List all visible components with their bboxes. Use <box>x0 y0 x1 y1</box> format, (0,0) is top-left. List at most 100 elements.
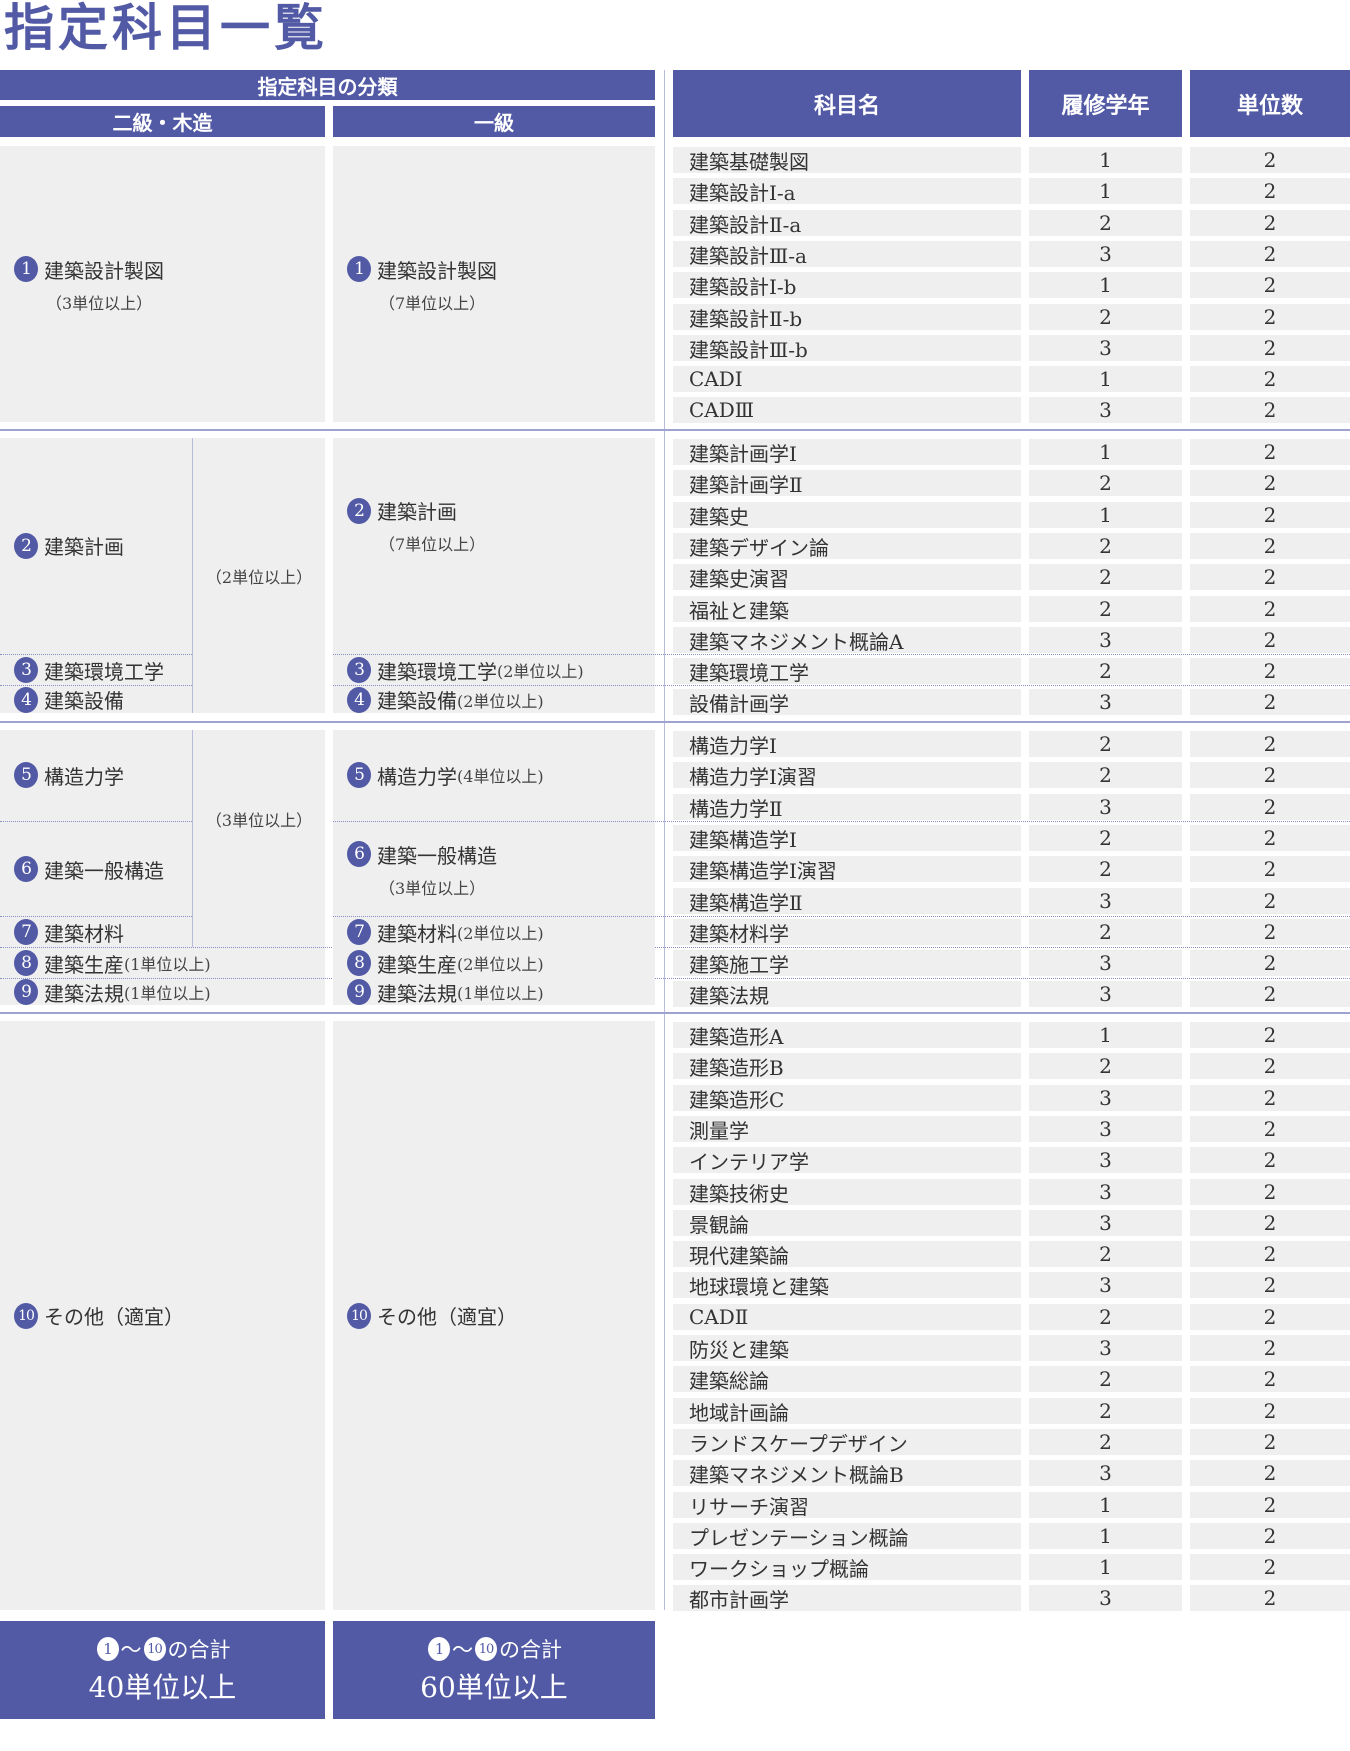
grade2-header: 二級・木造 <box>0 106 325 137</box>
subject-credits: 2 <box>1190 1585 1350 1611</box>
category-name: 建築設計製図 <box>44 258 164 283</box>
total-label: の合計 <box>167 1638 231 1662</box>
subject-name: 構造力学Ⅱ <box>673 794 1021 821</box>
category-name: 建築計画 <box>377 500 457 524</box>
subject-credits: 2 <box>1190 627 1350 653</box>
subject-name: 景観論 <box>673 1210 1021 1237</box>
section-separator <box>0 1012 1350 1014</box>
page-title: 指定科目一覧 <box>4 0 328 57</box>
subject-name: 建築設計Ⅰ-a <box>673 178 1021 205</box>
subject-year: 1 <box>1029 1554 1182 1580</box>
subject-name: 建築設計Ⅰ-b <box>673 272 1021 299</box>
subject-credits: 2 <box>1190 1272 1350 1298</box>
subject-year: 3 <box>1029 950 1182 976</box>
subject-credits: 2 <box>1190 1147 1350 1173</box>
number-5-icon: 5 <box>14 762 38 788</box>
subject-credits: 2 <box>1190 919 1350 945</box>
subject-name: リサーチ演習 <box>673 1492 1021 1519</box>
category-4-grade2: 4 建築設備 <box>0 686 192 713</box>
category-name: 建築法規 <box>44 981 124 1006</box>
category-name: 建築生産 <box>377 952 457 977</box>
subject-year: 1 <box>1029 366 1182 392</box>
subject-credits: 2 <box>1190 950 1350 976</box>
category-name: 構造力学 <box>377 764 457 789</box>
category-8-grade2: 8 建築生産 (1単位以上) <box>0 948 325 978</box>
category-2-grade1: 2 建築計画 （7単位以上） <box>333 438 655 653</box>
subject-year: 3 <box>1029 397 1182 423</box>
category-9-grade2: 9 建築法規 (1単位以上) <box>0 979 325 1006</box>
total-grade1: 1 〜 10 の合計 60単位以上 <box>333 1621 655 1719</box>
category-7-grade2: 7 建築材料 <box>0 917 192 947</box>
category-5-grade2: 5 構造力学 <box>0 730 192 820</box>
subject-name: 建築構造学Ⅱ <box>673 888 1021 915</box>
subject-name: 構造力学Ⅰ演習 <box>673 762 1021 789</box>
number-9-icon: 9 <box>347 979 371 1005</box>
subject-year: 2 <box>1029 919 1182 945</box>
subject-name: 構造力学Ⅰ <box>673 731 1021 758</box>
subject-year: 2 <box>1029 825 1182 851</box>
subject-year: 3 <box>1029 689 1182 715</box>
subject-name: 建築史演習 <box>673 564 1021 591</box>
subject-name: 測量学 <box>673 1116 1021 1143</box>
subject-credits: 2 <box>1190 1523 1350 1549</box>
subject-year: 3 <box>1029 335 1182 361</box>
number-5-icon: 5 <box>347 762 371 788</box>
range-separator: 〜 <box>452 1638 473 1662</box>
subject-credits: 2 <box>1190 1022 1350 1048</box>
category-note: （3単位以上） <box>46 293 153 313</box>
subject-credits: 2 <box>1190 1053 1350 1079</box>
subject-name: 建築基礎製図 <box>673 147 1021 174</box>
number-7-icon: 7 <box>14 919 38 945</box>
total-value: 40単位以上 <box>88 1671 237 1704</box>
subject-name: 現代建築論 <box>673 1241 1021 1268</box>
subject-name: 建築環境工学 <box>673 658 1021 685</box>
subject-name: 設備計画学 <box>673 689 1021 716</box>
number-6-icon: 6 <box>347 841 371 867</box>
category-6-grade1: 6 建築一般構造 （3単位以上） <box>333 822 655 916</box>
subject-year: 3 <box>1029 1460 1182 1486</box>
category-3-grade1: 3 建築環境工学 (2単位以上) <box>333 655 655 685</box>
category-10-grade1: 10 その他（適宜） <box>333 1021 655 1610</box>
subject-year: 3 <box>1029 1210 1182 1236</box>
number-1-icon: 1 <box>428 1637 450 1661</box>
category-name: 建築材料 <box>44 921 124 946</box>
category-note: (1単位以上) <box>457 984 544 1003</box>
category-note: (2単位以上) <box>457 955 544 974</box>
subject-credits: 2 <box>1190 1429 1350 1455</box>
subject-year: 2 <box>1029 1304 1182 1330</box>
subject-credits: 2 <box>1190 366 1350 392</box>
subject-credits: 2 <box>1190 335 1350 361</box>
subject-name: 建築技術史 <box>673 1179 1021 1206</box>
category-name: 建築環境工学 <box>377 659 497 684</box>
subject-credits: 2 <box>1190 1241 1350 1267</box>
subject-year: 2 <box>1029 1366 1182 1392</box>
subject-credits: 2 <box>1190 502 1350 528</box>
subject-year: 1 <box>1029 1022 1182 1048</box>
subject-credits: 2 <box>1190 731 1350 757</box>
subject-year: 2 <box>1029 762 1182 788</box>
subject-credits: 2 <box>1190 397 1350 423</box>
subject-credits: 2 <box>1190 1210 1350 1236</box>
category-5-grade1: 5 構造力学 (4単位以上) <box>333 730 655 820</box>
number-4-icon: 4 <box>14 686 38 713</box>
category-name: 建築一般構造 <box>377 843 497 868</box>
total-value: 60単位以上 <box>420 1671 568 1704</box>
subject-credits: 2 <box>1190 1398 1350 1424</box>
subject-name: 地球環境と建築 <box>673 1272 1021 1299</box>
section-separator <box>0 721 1350 723</box>
category-1-grade2: 1 建築設計製図 （3単位以上） <box>0 146 325 422</box>
credits-header: 単位数 <box>1190 70 1350 137</box>
number-2-icon: 2 <box>347 497 371 524</box>
subject-name: 建築造形C <box>673 1085 1021 1112</box>
subject-year: 3 <box>1029 1585 1182 1611</box>
total-grade2: 1 〜 10 の合計 40単位以上 <box>0 1621 325 1719</box>
category-name: 建築環境工学 <box>44 659 164 684</box>
subject-name: 建築造形B <box>673 1053 1021 1080</box>
subject-year: 3 <box>1029 1116 1182 1142</box>
classification-header: 指定科目の分類 <box>0 70 655 100</box>
subject-name: 建築材料学 <box>673 919 1021 946</box>
subject-credits: 2 <box>1190 564 1350 590</box>
subject-name: 建築マネジメント概論A <box>673 627 1021 654</box>
subject-credits: 2 <box>1190 794 1350 820</box>
category-name: 建築法規 <box>377 981 457 1006</box>
